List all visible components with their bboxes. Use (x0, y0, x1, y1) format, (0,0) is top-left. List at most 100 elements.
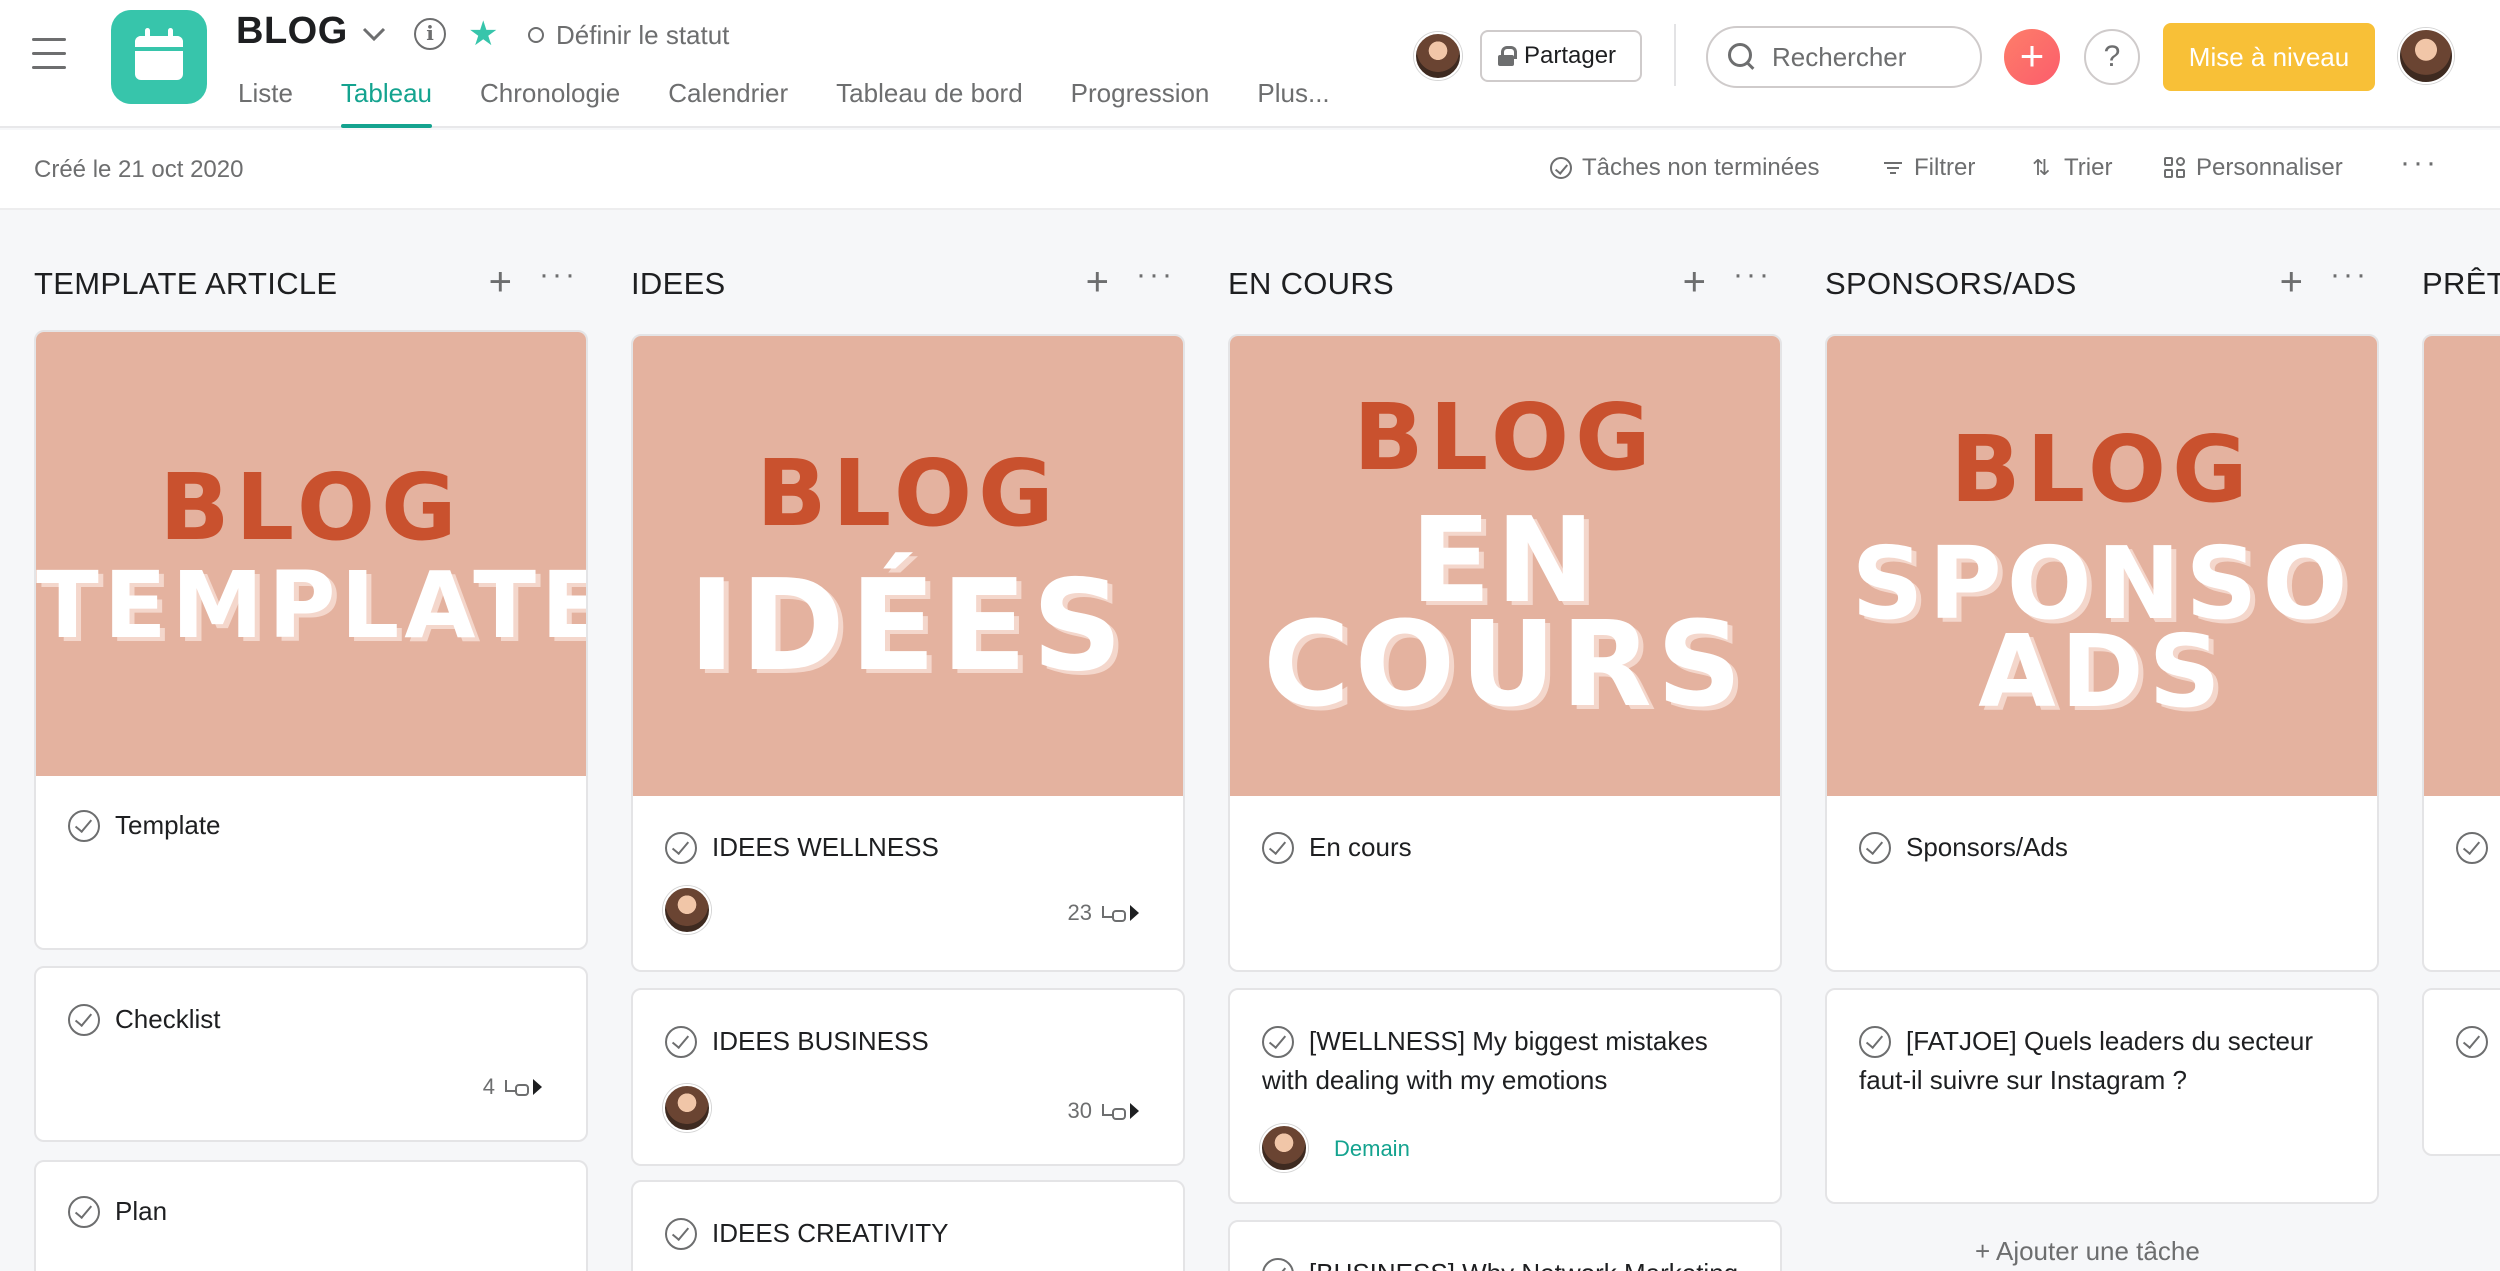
complete-task-icon[interactable] (665, 832, 697, 864)
tab-dashboard[interactable]: Tableau de bord (836, 76, 1022, 128)
task-card[interactable]: [WELLNESS] My biggest mistakes with deal… (1228, 988, 1782, 1204)
cover-title-main: COURS (1263, 595, 1747, 733)
cover-title-top: BLOG (159, 454, 463, 561)
customize-icon (2164, 157, 2186, 179)
filter-icon (1882, 157, 1904, 179)
user-avatar[interactable] (2398, 28, 2454, 84)
task-card[interactable]: BLOG TEMPLATE Template (34, 330, 588, 950)
complete-task-icon[interactable] (2456, 832, 2488, 864)
add-task-plus-button[interactable]: + (489, 260, 512, 305)
filter-button[interactable]: Filtrer (1882, 154, 1975, 182)
tab-list[interactable]: Liste (238, 76, 293, 128)
board-column: IDEES + ··· BLOG IDÉES IDEES WELLNESS 23… (631, 210, 1187, 1271)
subtask-count[interactable]: 23 (1068, 900, 1139, 926)
info-icon[interactable]: i (414, 18, 446, 50)
caret-right-icon (533, 1079, 542, 1095)
add-task-plus-button[interactable]: + (1086, 260, 1109, 305)
help-button[interactable]: ? (2084, 29, 2140, 85)
subtask-icon (503, 1078, 529, 1096)
complete-task-icon[interactable] (1262, 1258, 1294, 1271)
complete-task-icon[interactable] (68, 1004, 100, 1036)
complete-task-icon[interactable] (1859, 1026, 1891, 1058)
column-header: TEMPLATE ARTICLE + ··· (34, 258, 590, 305)
caret-right-icon (1130, 1103, 1139, 1119)
cover-title-main: ADS (1978, 613, 2226, 730)
task-name: IDEES WELLNESS (712, 832, 939, 862)
search-placeholder: Rechercher (1772, 41, 1907, 72)
assignee-avatar[interactable] (663, 1084, 711, 1132)
subtask-number: 30 (1067, 1098, 1092, 1123)
task-name: IDEES CREATIVITY (712, 1218, 949, 1248)
task-card[interactable]: IDEES CREATIVITY (631, 1180, 1185, 1271)
complete-task-icon[interactable] (2456, 1026, 2488, 1058)
subtask-count[interactable]: 4 (483, 1074, 542, 1100)
board-column: PRÊT (2422, 210, 2500, 1271)
share-label: Partager (1524, 42, 1617, 69)
task-card[interactable]: BLOG IDÉES IDEES WELLNESS 23 (631, 334, 1185, 972)
hamburger-icon[interactable] (32, 38, 66, 70)
complete-task-icon[interactable] (68, 810, 100, 842)
subtask-number: 4 (482, 1074, 495, 1099)
cover-title-top: BLOG (1353, 384, 1657, 491)
task-card[interactable] (2422, 334, 2500, 972)
customize-button[interactable]: Personnaliser (2164, 154, 2343, 182)
column-more-button[interactable]: ··· (2330, 258, 2369, 292)
cover-title-top: BLOG (756, 440, 1060, 547)
quick-add-button[interactable]: + (2004, 29, 2060, 85)
column-more-button[interactable]: ··· (1733, 258, 1772, 292)
complete-task-icon[interactable] (1262, 832, 1294, 864)
incomplete-tasks-button[interactable]: Tâches non terminées (1550, 154, 1819, 182)
project-title: BLOG (236, 10, 348, 52)
share-button[interactable]: Partager (1480, 30, 1642, 82)
task-name: [BUSINESS] Why Network Marketing (1309, 1254, 1738, 1271)
chevron-down-icon[interactable] (360, 22, 388, 46)
upgrade-button[interactable]: Mise à niveau (2163, 23, 2375, 91)
complete-task-icon[interactable] (1262, 1026, 1294, 1058)
task-card[interactable]: Plan (34, 1160, 588, 1271)
caret-right-icon (1130, 905, 1139, 921)
assignee-avatar[interactable] (1260, 1124, 1308, 1172)
column-header: IDEES + ··· (631, 258, 1187, 305)
add-task-button[interactable]: + Ajouter une tâche (1975, 1236, 2200, 1267)
column-more-button[interactable]: ··· (539, 258, 578, 292)
tab-more[interactable]: Plus... (1257, 76, 1329, 128)
member-avatar[interactable] (1414, 32, 1462, 80)
card-cover-image (2424, 336, 2500, 796)
view-tabs: Liste Tableau Chronologie Calendrier Tab… (238, 76, 1378, 128)
tab-calendar[interactable]: Calendrier (668, 76, 788, 128)
status-dot-icon (528, 27, 544, 43)
column-title: IDEES (631, 266, 726, 301)
task-card[interactable]: [BUSINESS] Why Network Marketing (1228, 1220, 1782, 1271)
tab-board[interactable]: Tableau (340, 76, 433, 128)
card-cover-image: BLOG EN COURS (1230, 336, 1780, 796)
complete-task-icon[interactable] (68, 1196, 100, 1228)
column-header: SPONSORS/ADS + ··· (1825, 258, 2381, 305)
subtask-count[interactable]: 30 (1068, 1098, 1139, 1124)
tab-timeline[interactable]: Chronologie (480, 76, 620, 128)
created-date: Créé le 21 oct 2020 (34, 156, 244, 183)
search-input[interactable]: Rechercher (1706, 26, 1982, 88)
task-card[interactable]: [FATJOE] Quels leaders du secteur faut-i… (1825, 988, 2379, 1204)
task-card[interactable]: BLOG EN COURS En cours (1228, 334, 1782, 972)
complete-task-icon[interactable] (1859, 832, 1891, 864)
complete-task-icon[interactable] (665, 1218, 697, 1250)
add-task-plus-button[interactable]: + (2280, 260, 2303, 305)
project-toolbar: Créé le 21 oct 2020 Tâches non terminées… (0, 130, 2500, 210)
column-more-button[interactable]: ··· (1136, 258, 1175, 292)
task-card[interactable]: BLOG SPONSO ADS Sponsors/Ads (1825, 334, 2379, 972)
task-card[interactable]: IDEES BUSINESS 30 (631, 988, 1185, 1166)
sort-button[interactable]: ⇅ Trier (2032, 154, 2112, 182)
tab-progress[interactable]: Progression (1071, 76, 1210, 128)
toolbar-more-button[interactable]: ··· (2400, 146, 2439, 180)
task-card[interactable]: Checklist 4 (34, 966, 588, 1142)
due-date[interactable]: Demain (1334, 1136, 1410, 1162)
cover-title-main: IDÉES (688, 552, 1128, 699)
card-cover-image: BLOG TEMPLATE (36, 332, 586, 776)
add-task-plus-button[interactable]: + (1683, 260, 1706, 305)
task-card[interactable] (2422, 988, 2500, 1156)
assignee-avatar[interactable] (663, 886, 711, 934)
complete-task-icon[interactable] (665, 1026, 697, 1058)
star-icon[interactable]: ★ (468, 14, 498, 54)
set-status-button[interactable]: Définir le statut (556, 20, 729, 51)
column-header: EN COURS + ··· (1228, 258, 1784, 305)
